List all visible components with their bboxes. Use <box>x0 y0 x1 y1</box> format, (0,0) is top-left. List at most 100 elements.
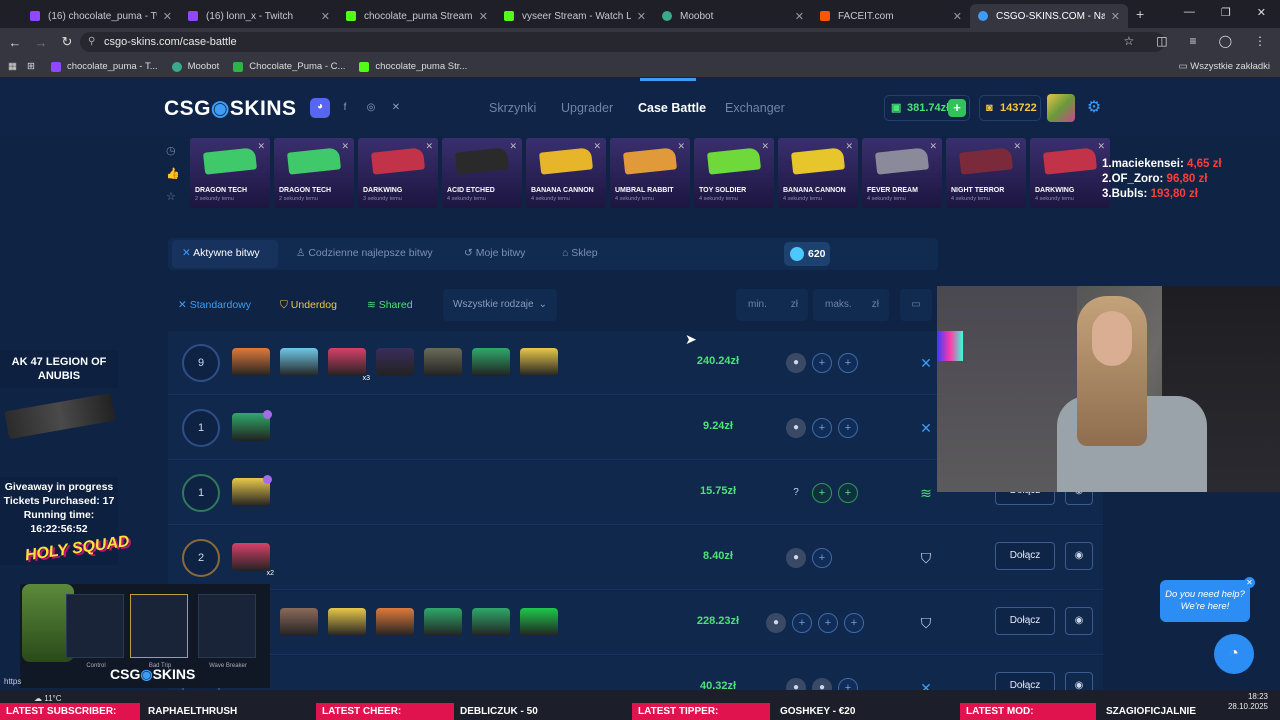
table-row[interactable]: 228.23zł ● + + + ⛉ Dołącz ◉ <box>168 591 1103 655</box>
browser-tab[interactable]: FACEIT.com ✕ <box>812 4 970 28</box>
bookmark-item[interactable]: chocolate_puma - T... <box>50 61 158 72</box>
join-button[interactable]: Dołącz <box>995 607 1055 635</box>
bookmark-item[interactable]: Moobot <box>171 61 219 72</box>
clock-icon[interactable]: ◷ <box>166 144 180 157</box>
drop-item[interactable]: ✕ FEVER DREAM 4 sekundy temu <box>862 138 942 208</box>
bookmark-item[interactable]: chocolate_puma Str... <box>359 61 467 72</box>
close-icon[interactable]: ✕ <box>1097 141 1105 152</box>
menu-upgrader[interactable]: Upgrader <box>561 101 613 115</box>
drop-item[interactable]: ✕ NIGHT TERROR 4 sekundy temu <box>946 138 1026 208</box>
browser-tab[interactable]: (16) chocolate_puma - Twitch✕ <box>22 4 180 28</box>
media-icon[interactable]: ≡ <box>1190 34 1197 48</box>
star-icon[interactable]: ☆ <box>166 190 180 203</box>
instagram-icon[interactable]: ◎ <box>362 99 380 117</box>
eye-icon[interactable]: ◉ <box>1065 542 1093 570</box>
close-tab-icon[interactable]: ✕ <box>953 10 962 23</box>
maximize-icon[interactable]: ❐ <box>1221 6 1231 19</box>
browser-tab-active[interactable]: CSGO-SKINS.COM - Najlep✕ <box>970 4 1128 28</box>
close-icon[interactable]: ✕ <box>929 141 937 152</box>
x-icon[interactable]: ✕ <box>387 99 405 117</box>
site-info-icon[interactable]: ⚲ <box>88 32 95 52</box>
join-slot-button[interactable]: + <box>838 418 858 438</box>
close-icon[interactable]: ✕ <box>341 141 349 152</box>
close-tab-icon[interactable]: ✕ <box>637 10 646 23</box>
avatar[interactable] <box>1047 94 1075 122</box>
mode-standard[interactable]: ✕ Standardowy <box>178 299 251 311</box>
grid-icon[interactable]: ⊞ <box>27 61 35 72</box>
table-row[interactable]: 2 x2 8.40zł ● + ⛉ Dołącz ◉ <box>168 526 1103 590</box>
close-tab-icon[interactable]: ✕ <box>479 10 488 23</box>
thumbs-up-icon[interactable]: 👍 <box>166 167 180 180</box>
all-bookmarks[interactable]: ▭ Wszystkie zakładki <box>1179 61 1270 72</box>
close-icon[interactable]: ✕ <box>425 141 433 152</box>
menu-skrzynki[interactable]: Skrzynki <box>489 101 536 115</box>
menu-icon[interactable]: ⋮ <box>1254 34 1266 48</box>
weather-widget[interactable]: ☁ 11°C <box>34 694 62 703</box>
drop-item[interactable]: ✕ BANANA CANNON 4 sekundy temu <box>778 138 858 208</box>
close-tab-icon[interactable]: ✕ <box>1111 10 1120 23</box>
drop-item[interactable]: ✕ DARKWING 3 sekundy temu <box>358 138 438 208</box>
mode-underdog[interactable]: ⛉ Underdog <box>280 299 337 312</box>
join-slot-button[interactable]: + <box>818 613 838 633</box>
apps-icon[interactable]: ▦ <box>8 61 17 72</box>
max-price-input[interactable]: maks. zł <box>813 289 889 321</box>
close-icon[interactable]: ✕ <box>257 141 265 152</box>
chat-icon[interactable]: ◔ <box>1214 634 1254 674</box>
new-tab-button[interactable]: + <box>1136 6 1144 22</box>
gear-icon[interactable]: ⚙ <box>1084 98 1104 118</box>
url-input[interactable]: ⚲ csgo-skins.com/case-battle <box>80 32 1165 52</box>
drop-item[interactable]: ✕ UMBRAL RABBIT 4 sekundy temu <box>610 138 690 208</box>
close-icon[interactable]: ✕ <box>593 141 601 152</box>
browser-tab[interactable]: (16) lonn_x - Twitch ✕ <box>180 4 338 28</box>
browser-tab[interactable]: Moobot ✕ <box>654 4 812 28</box>
drop-item[interactable]: ✕ DRAGON TECH 2 sekundy temu <box>190 138 270 208</box>
join-slot-button[interactable]: + <box>838 353 858 373</box>
browser-tab[interactable]: vyseer Stream - Watch Live on✕ <box>496 4 654 28</box>
type-select[interactable]: Wszystkie rodzaje ⌄ <box>443 289 557 321</box>
forward-icon[interactable]: → <box>30 35 52 50</box>
join-slot-button[interactable]: + <box>812 483 832 503</box>
close-tab-icon[interactable]: ✕ <box>163 10 172 23</box>
join-button[interactable]: Dołącz <box>995 542 1055 570</box>
extensions-icon[interactable]: ◫ <box>1156 34 1167 48</box>
join-slot-button[interactable]: + <box>792 613 812 633</box>
close-icon[interactable]: ✕ <box>509 141 517 152</box>
close-icon[interactable]: ✕ <box>1244 577 1255 588</box>
tab-active-battles[interactable]: ✕ Aktywne bitwy <box>182 247 260 259</box>
drop-item[interactable]: ✕ DARKWING 4 sekundy temu <box>1030 138 1110 208</box>
profile-icon[interactable]: ◯ <box>1219 34 1232 48</box>
tab-my-battles[interactable]: ↺ Moje bitwy <box>464 247 525 259</box>
tab-shop[interactable]: ⌂ Sklep <box>562 247 598 259</box>
browser-tab[interactable]: chocolate_puma Stream - Watc✕ <box>338 4 496 28</box>
gem-balance[interactable]: 620 <box>784 242 830 266</box>
join-slot-button[interactable]: + <box>812 548 832 568</box>
drop-item[interactable]: ✕ BANANA CANNON 4 sekundy temu <box>526 138 606 208</box>
close-icon[interactable]: ✕ <box>677 141 685 152</box>
discord-icon[interactable]: ◕ <box>310 98 330 118</box>
drop-item[interactable]: ✕ DRAGON TECH 2 sekundy temu <box>274 138 354 208</box>
close-icon[interactable]: ✕ <box>1013 141 1021 152</box>
join-slot-button[interactable]: + <box>838 483 858 503</box>
join-slot-button[interactable]: + <box>844 613 864 633</box>
bookmark-item[interactable]: Chocolate_Puma - C... <box>233 61 345 72</box>
reload-icon[interactable]: ↻ <box>56 34 78 50</box>
min-price-input[interactable]: min. zł <box>736 289 808 321</box>
join-slot-button[interactable]: + <box>812 418 832 438</box>
join-slot-button[interactable]: + <box>812 353 832 373</box>
bookmark-star-icon[interactable]: ☆ <box>1123 34 1134 48</box>
minimize-icon[interactable]: — <box>1184 6 1195 19</box>
drop-item[interactable]: ✕ TOY SOLDIER 4 sekundy temu <box>694 138 774 208</box>
facebook-icon[interactable]: f <box>336 99 354 117</box>
mode-shared[interactable]: ≋ Shared <box>367 299 413 311</box>
close-tab-icon[interactable]: ✕ <box>795 10 804 23</box>
site-logo[interactable]: CSG◉SKINS <box>164 96 297 121</box>
back-icon[interactable]: ← <box>4 35 26 50</box>
eye-icon[interactable]: ◉ <box>1065 607 1093 635</box>
close-tab-icon[interactable]: ✕ <box>321 10 330 23</box>
menu-exchanger[interactable]: Exchanger <box>725 101 785 115</box>
close-window-icon[interactable]: ✕ <box>1257 6 1266 19</box>
help-chat-bubble[interactable]: Do you need help? We're here! <box>1160 580 1250 622</box>
close-icon[interactable]: ✕ <box>845 141 853 152</box>
drop-item[interactable]: ✕ ACID ETCHED 4 sekundy temu <box>442 138 522 208</box>
deposit-button[interactable]: + <box>948 99 966 117</box>
